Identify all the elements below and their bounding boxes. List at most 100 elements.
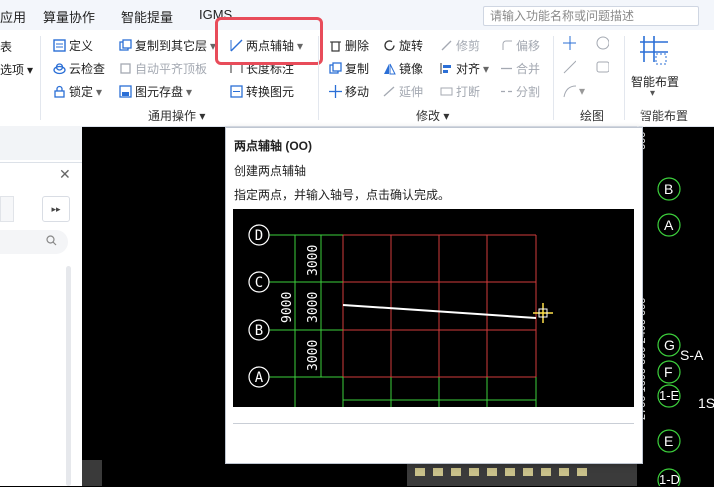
smart-layout-icon[interactable] xyxy=(638,34,670,69)
split-label: 分割 xyxy=(516,85,541,99)
left-panel-search[interactable] xyxy=(0,230,68,254)
align-icon xyxy=(440,62,453,75)
move-button[interactable]: 移动 xyxy=(329,83,369,100)
search-input[interactable]: 请输入功能名称或问题描述 xyxy=(483,6,699,26)
chevron-down-icon: ▾ xyxy=(483,61,490,76)
rotate-button[interactable]: 旋转 xyxy=(383,37,423,54)
chevron-down-icon: ▾ xyxy=(27,62,34,77)
menu-bar: 应用 算量协作 智能提量 IGMS 请输入功能名称或问题描述 xyxy=(0,0,714,31)
left-panel-field[interactable] xyxy=(0,196,14,222)
scrollbar[interactable] xyxy=(66,266,71,486)
preview-axis-B: B xyxy=(255,323,263,339)
lock-button[interactable]: 锁定 ▾ xyxy=(53,83,102,100)
tooltip-two-point-axis: 两点辅轴 (OO) 创建两点辅轴 指定两点，并输入轴号，点击确认完成。 D C … xyxy=(225,127,643,464)
line-icon xyxy=(563,60,576,73)
axis-label-A: A xyxy=(664,217,674,233)
draw-line-tool[interactable] xyxy=(563,60,576,73)
tooltip-title: 两点辅轴 (OO) xyxy=(234,139,312,153)
rectangle-icon xyxy=(596,60,609,73)
cloud-icon xyxy=(53,62,66,75)
offset-button[interactable]: 偏移 xyxy=(500,37,540,54)
copy-layer-icon xyxy=(119,39,132,52)
define-label: 定义 xyxy=(69,39,94,53)
element-store-label: 图元存盘 xyxy=(135,85,184,99)
mirror-label: 镜像 xyxy=(399,62,424,76)
trim-button[interactable]: 修剪 xyxy=(440,37,480,54)
element-store-button[interactable]: 图元存盘 ▾ xyxy=(119,83,192,100)
copy-label: 复制 xyxy=(345,62,370,76)
search-icon xyxy=(46,235,57,249)
store-icon xyxy=(119,85,132,98)
preview-drawing: D C B A 3000 3000 3000 9000 xyxy=(248,224,553,407)
preview-dim-total: 9000 xyxy=(280,292,295,323)
axis-label-B: B xyxy=(664,181,674,197)
draw-arc-tool[interactable]: ▾ xyxy=(563,84,585,98)
delete-button[interactable]: 删除 xyxy=(329,37,369,54)
menu-item-apply[interactable]: 应用 xyxy=(0,7,26,26)
rotate-icon xyxy=(383,39,396,52)
convert-element-label: 转换图元 xyxy=(246,85,295,99)
arc-icon xyxy=(563,85,576,98)
tooltip-description: 创建两点辅轴 xyxy=(234,164,307,178)
divider xyxy=(553,36,554,120)
mirror-button[interactable]: 镜像 xyxy=(383,60,423,77)
group-label-modify: 修改 ▾ xyxy=(416,107,449,124)
chevron-down-icon: ▾ xyxy=(96,84,103,99)
close-icon[interactable]: ✕ xyxy=(59,166,71,183)
chevron-down-icon: ▾ xyxy=(443,109,450,123)
group-label-draw: 绘图 xyxy=(580,109,605,123)
draw-point-tool[interactable] xyxy=(563,35,576,50)
merge-button[interactable]: 合并 xyxy=(500,60,540,77)
menu-item-smart-quantity[interactable]: 智能提量 xyxy=(121,7,173,26)
left-partial-table-label: 表 xyxy=(0,40,13,54)
left-partial-options-label: 选项 xyxy=(0,63,25,77)
chevron-down-icon: ▾ xyxy=(186,84,193,99)
convert-element-button[interactable]: 转换图元 xyxy=(230,83,294,100)
canvas-text-1s: 1S xyxy=(698,395,714,411)
extend-label: 延伸 xyxy=(399,85,424,99)
roof-align-icon xyxy=(119,62,132,75)
axis-label-G: G xyxy=(664,337,675,353)
drawing-canvas-right[interactable] xyxy=(641,140,714,486)
cloud-check-button[interactable]: 云检查 xyxy=(53,60,105,77)
extend-button[interactable]: 延伸 xyxy=(383,83,423,100)
draw-circle-tool[interactable] xyxy=(596,36,609,49)
expand-button[interactable]: ▸▸ xyxy=(42,196,70,222)
draw-rect-tool[interactable] xyxy=(596,60,609,73)
rotate-label: 旋转 xyxy=(399,39,424,53)
divider xyxy=(40,36,41,120)
align-button[interactable]: 对齐 ▾ xyxy=(440,60,489,77)
move-arrows-icon xyxy=(329,85,342,98)
preview-axis-C: C xyxy=(255,275,263,291)
axis-label-1E: 1-E xyxy=(659,388,680,403)
divider xyxy=(233,423,634,424)
trim-label: 修剪 xyxy=(456,39,481,53)
left-partial-table[interactable]: 表 xyxy=(0,38,12,55)
axis-label-F: F xyxy=(664,364,673,380)
modify-text: 修改 xyxy=(416,109,441,123)
menu-item-collab[interactable]: 算量协作 xyxy=(43,7,95,26)
break-label: 打断 xyxy=(456,85,481,99)
preview-axis-D: D xyxy=(255,228,263,244)
axis-label-E: E xyxy=(664,433,674,449)
tooltip-instruction: 指定两点，并输入轴号，点击确认完成。 xyxy=(234,188,451,202)
merge-icon xyxy=(500,62,513,75)
define-button[interactable]: 定义 xyxy=(53,37,93,54)
canvas-text-sa: S-A xyxy=(680,347,704,363)
auto-roof-button[interactable]: 自动平齐顶板 xyxy=(119,60,207,77)
split-button[interactable]: 分割 xyxy=(500,83,540,100)
extend-icon xyxy=(383,85,396,98)
highlight-box xyxy=(215,17,323,65)
copy-button[interactable]: 复制 xyxy=(329,60,369,77)
divider xyxy=(318,36,319,120)
copy-to-layer-button[interactable]: 复制到其它层 ▾ xyxy=(119,37,216,54)
preview-dim-bottom: 3000 xyxy=(306,340,321,371)
left-partial-options[interactable]: 选项 ▾ xyxy=(0,61,33,78)
chevron-down-icon: ▾ xyxy=(650,88,656,99)
mirror-icon xyxy=(383,62,396,75)
convert-icon xyxy=(230,85,243,98)
preview-dim-mid: 3000 xyxy=(306,292,321,323)
divider xyxy=(624,36,625,120)
break-button[interactable]: 打断 xyxy=(440,83,480,100)
merge-label: 合并 xyxy=(516,62,541,76)
